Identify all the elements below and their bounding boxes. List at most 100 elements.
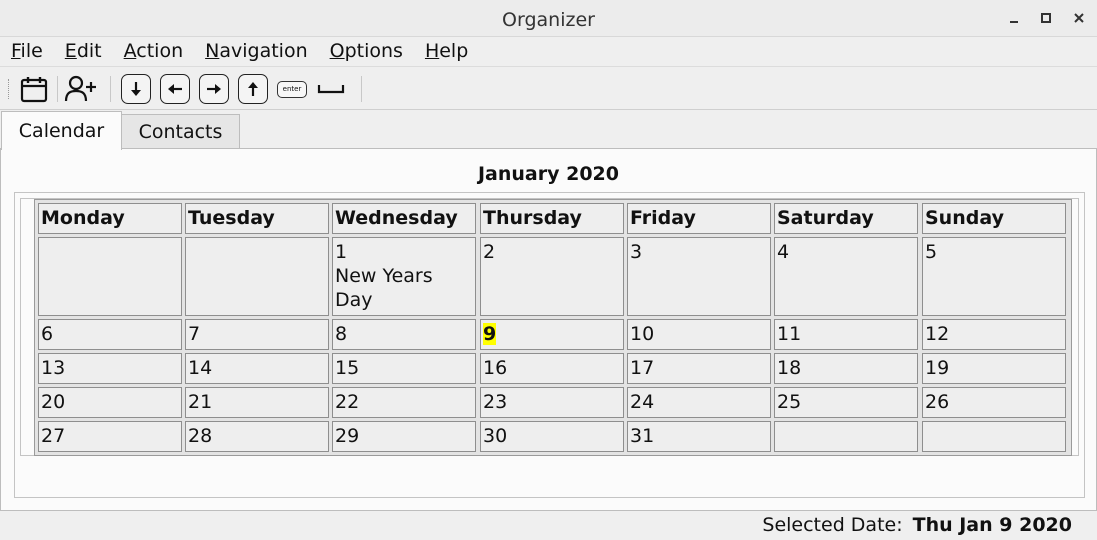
day-cell-13[interactable]: 13 xyxy=(38,353,182,384)
menu-file-label: ile xyxy=(20,40,43,62)
day-cell-28[interactable]: 28 xyxy=(185,421,329,452)
menu-navigation[interactable]: Navigation xyxy=(194,37,318,66)
day-cell-30[interactable]: 30 xyxy=(480,421,624,452)
day-cell-23[interactable]: 23 xyxy=(480,387,624,418)
day-cell-15[interactable]: 15 xyxy=(332,353,476,384)
day-cell-20[interactable]: 20 xyxy=(38,387,182,418)
down-key-button[interactable] xyxy=(120,72,152,106)
day-header-sunday: Sunday xyxy=(922,203,1066,234)
day-number: 19 xyxy=(925,357,950,379)
up-key-button[interactable] xyxy=(237,72,269,106)
day-number: 10 xyxy=(630,323,655,345)
day-cell-5[interactable]: 5 xyxy=(922,237,1066,316)
left-key-button[interactable] xyxy=(159,72,191,106)
menu-edit[interactable]: Edit xyxy=(54,37,113,66)
day-cell-31[interactable]: 31 xyxy=(627,421,771,452)
month-title: January 2020 xyxy=(477,163,619,185)
menu-navigation-label: avigation xyxy=(219,40,308,62)
day-number: 23 xyxy=(483,391,508,413)
tab-calendar[interactable]: Calendar xyxy=(1,111,122,150)
day-cell-21[interactable]: 21 xyxy=(185,387,329,418)
menu-help[interactable]: Help xyxy=(414,37,479,66)
left-arrow-key-icon xyxy=(160,74,190,104)
day-number: 7 xyxy=(188,323,201,345)
menu-navigation-mnemonic: N xyxy=(205,40,220,62)
day-cell-25[interactable]: 25 xyxy=(774,387,918,418)
day-cell-3[interactable]: 3 xyxy=(627,237,771,316)
day-header-saturday: Saturday xyxy=(774,203,918,234)
event-label[interactable]: New Years Day xyxy=(335,265,433,311)
day-number: 22 xyxy=(335,391,360,413)
close-button[interactable] xyxy=(1067,7,1091,29)
day-number: 14 xyxy=(188,357,213,379)
tab-contacts[interactable]: Contacts xyxy=(121,114,240,149)
menu-options[interactable]: Options xyxy=(319,37,414,66)
up-arrow-key-icon xyxy=(238,74,268,104)
calendar-icon xyxy=(20,77,48,103)
day-header-tuesday: Tuesday xyxy=(185,203,329,234)
day-cell-27[interactable]: 27 xyxy=(38,421,182,452)
day-cell-8[interactable]: 8 xyxy=(332,319,476,350)
toolbar-grip[interactable] xyxy=(8,79,11,99)
day-cell-1[interactable]: 1 New Years Day xyxy=(332,237,476,316)
menu-help-mnemonic: H xyxy=(424,40,440,62)
day-number: 20 xyxy=(41,391,66,413)
day-cell-16[interactable]: 16 xyxy=(480,353,624,384)
toolbar-separator xyxy=(57,76,58,102)
toolbar: enter xyxy=(0,66,1097,110)
right-key-button[interactable] xyxy=(198,72,230,106)
selected-date-value: Thu Jan 9 2020 xyxy=(912,514,1072,536)
day-cell-7[interactable]: 7 xyxy=(185,319,329,350)
add-contact-icon xyxy=(64,75,96,102)
day-cell-empty[interactable] xyxy=(922,421,1066,452)
day-number: 3 xyxy=(630,241,643,263)
menu-file-mnemonic: F xyxy=(11,40,21,62)
day-number: 28 xyxy=(188,425,213,447)
day-number: 4 xyxy=(777,241,790,263)
maximize-button[interactable] xyxy=(1034,7,1058,29)
day-cell-17[interactable]: 17 xyxy=(627,353,771,384)
day-cell-6[interactable]: 6 xyxy=(38,319,182,350)
day-number: 18 xyxy=(777,357,802,379)
menu-edit-label: dit xyxy=(76,40,102,62)
menu-file[interactable]: File xyxy=(0,37,54,66)
add-contact-button[interactable] xyxy=(63,72,99,106)
day-cell-22[interactable]: 22 xyxy=(332,387,476,418)
minimize-icon xyxy=(1010,21,1018,23)
day-cell-12[interactable]: 12 xyxy=(922,319,1066,350)
space-key-button[interactable] xyxy=(315,72,347,106)
day-number: 2 xyxy=(483,241,496,263)
calendar-inner-frame: Monday Tuesday Wednesday Thursday Friday Satu… xyxy=(20,198,1079,456)
day-header-wednesday: Wednesday xyxy=(332,203,476,234)
day-cell-24[interactable]: 24 xyxy=(627,387,771,418)
enter-key-icon: enter xyxy=(277,80,307,98)
day-cell-4[interactable]: 4 xyxy=(774,237,918,316)
menu-help-label: elp xyxy=(439,40,469,62)
day-number: 30 xyxy=(483,425,508,447)
day-cell-empty[interactable] xyxy=(185,237,329,316)
day-number: 29 xyxy=(335,425,360,447)
day-cell-2[interactable]: 2 xyxy=(480,237,624,316)
day-cell-9[interactable]: 9 xyxy=(480,319,624,350)
day-number: 24 xyxy=(630,391,655,413)
day-number: 17 xyxy=(630,357,655,379)
day-number: 15 xyxy=(335,357,360,379)
day-cell-19[interactable]: 19 xyxy=(922,353,1066,384)
menu-action[interactable]: Action xyxy=(113,37,195,66)
day-cell-29[interactable]: 29 xyxy=(332,421,476,452)
day-cell-14[interactable]: 14 xyxy=(185,353,329,384)
space-key-icon xyxy=(317,85,345,94)
day-cell-empty[interactable] xyxy=(774,421,918,452)
day-number: 26 xyxy=(925,391,950,413)
status-label: Selected Date: xyxy=(762,514,903,536)
day-cell-empty[interactable] xyxy=(38,237,182,316)
day-number: 12 xyxy=(925,323,950,345)
day-cell-10[interactable]: 10 xyxy=(627,319,771,350)
menu-bar: File Edit Action Navigation Options Help xyxy=(0,37,1097,66)
minimize-button[interactable] xyxy=(1002,7,1026,29)
day-cell-26[interactable]: 26 xyxy=(922,387,1066,418)
day-cell-18[interactable]: 18 xyxy=(774,353,918,384)
calendar-button[interactable] xyxy=(18,72,50,106)
enter-key-button[interactable]: enter xyxy=(276,72,308,106)
day-cell-11[interactable]: 11 xyxy=(774,319,918,350)
